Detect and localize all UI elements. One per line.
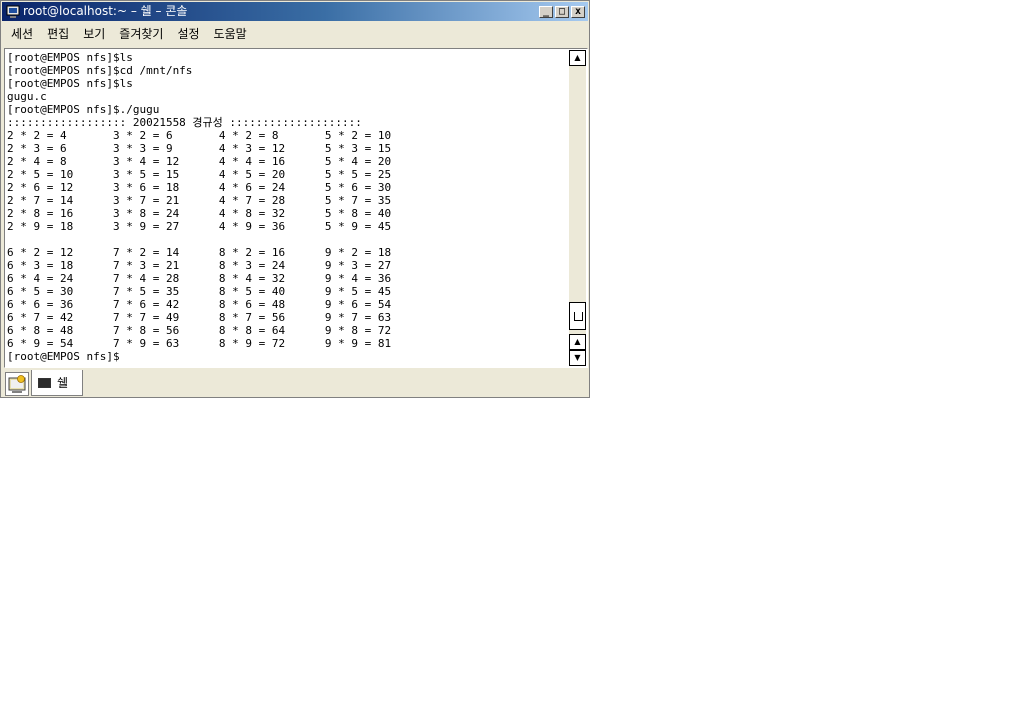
terminal-line: 2 * 8 = 16 3 * 8 = 24 4 * 8 = 32 5 * 8 =… (7, 207, 392, 220)
menu-bar: 세션 편집 보기 즐겨찾기 설정 도움말 (2, 22, 588, 44)
window-controls: _ □ x (539, 5, 585, 18)
terminal-line: 2 * 5 = 10 3 * 5 = 15 4 * 5 = 20 5 * 5 =… (7, 168, 392, 181)
terminal-icon (38, 377, 51, 388)
tab-label: 쉘 (57, 376, 69, 390)
window-title: root@localhost:~ – 쉘 – 콘솔 (23, 4, 188, 18)
terminal-line: [root@EMPOS nfs]$ls (7, 51, 133, 64)
terminal-line: 2 * 7 = 14 3 * 7 = 21 4 * 7 = 28 5 * 7 =… (7, 194, 392, 207)
terminal-line: 6 * 6 = 36 7 * 6 = 42 8 * 6 = 48 9 * 6 =… (7, 298, 392, 311)
terminal-line: 2 * 4 = 8 3 * 4 = 12 4 * 4 = 16 5 * 4 = … (7, 155, 392, 168)
tab-shell[interactable]: 쉘 (31, 370, 84, 396)
grip-icon (574, 312, 583, 321)
terminal-line: 6 * 3 = 18 7 * 3 = 21 8 * 3 = 24 9 * 3 =… (7, 259, 392, 272)
terminal-line: 2 * 3 = 6 3 * 3 = 9 4 * 3 = 12 5 * 3 = 1… (7, 142, 392, 155)
menu-bookmarks[interactable]: 즐겨찾기 (114, 25, 168, 42)
menu-help[interactable]: 도움말 (209, 25, 252, 42)
terminal-line: [root@EMPOS nfs]$ls (7, 77, 133, 90)
title-bar[interactable]: root@localhost:~ – 쉘 – 콘솔 _ □ x (2, 2, 588, 21)
scroll-up-button[interactable]: ▲ (569, 50, 586, 66)
terminal-line: 6 * 7 = 42 7 * 7 = 49 8 * 7 = 56 9 * 7 =… (7, 311, 392, 324)
maximize-button[interactable]: □ (555, 5, 569, 18)
terminal-line: 6 * 4 = 24 7 * 4 = 28 8 * 4 = 32 9 * 4 =… (7, 272, 392, 285)
terminal-line: gugu.c (7, 90, 47, 103)
terminal-line: [root@EMPOS nfs]$cd /mnt/nfs (7, 64, 193, 77)
close-button[interactable]: x (571, 5, 585, 18)
scroll-thumb[interactable] (569, 302, 586, 330)
terminal-line: 2 * 9 = 18 3 * 9 = 27 4 * 9 = 36 5 * 9 =… (7, 220, 392, 233)
terminal-line: 6 * 9 = 54 7 * 9 = 63 8 * 9 = 72 9 * 9 =… (7, 337, 392, 350)
vertical-scrollbar[interactable]: ▲ ▲ ▼ (569, 50, 586, 366)
terminal-line: 6 * 2 = 12 7 * 2 = 14 8 * 2 = 16 9 * 2 =… (7, 246, 392, 259)
terminal-output[interactable]: [root@EMPOS nfs]$ls [root@EMPOS nfs]$cd /… (7, 51, 567, 365)
terminal-line: 6 * 5 = 30 7 * 5 = 35 8 * 5 = 40 9 * 5 =… (7, 285, 392, 298)
menu-edit[interactable]: 편집 (42, 25, 74, 42)
terminal-line: [root@EMPOS nfs]$./gugu (7, 103, 160, 116)
terminal-line: [root@EMPOS nfs]$ (7, 350, 120, 363)
new-session-button[interactable] (5, 372, 29, 396)
minimize-button[interactable]: _ (539, 5, 553, 18)
session-tab-bar: 쉘 (2, 369, 588, 396)
terminal-line: 2 * 6 = 12 3 * 6 = 18 4 * 6 = 24 5 * 6 =… (7, 181, 392, 194)
monitor-icon (6, 5, 20, 19)
menu-session[interactable]: 세션 (6, 25, 38, 42)
scroll-up-button-lower[interactable]: ▲ (569, 334, 586, 350)
new-session-icon (8, 375, 26, 393)
menu-view[interactable]: 보기 (78, 25, 110, 42)
terminal-line: 6 * 8 = 48 7 * 8 = 56 8 * 8 = 64 9 * 8 =… (7, 324, 392, 337)
terminal-line: 2 * 2 = 4 3 * 2 = 6 4 * 2 = 8 5 * 2 = 10 (7, 129, 392, 142)
menu-settings[interactable]: 설정 (172, 25, 204, 42)
terminal-line: :::::::::::::::::: 20021558 경규성 ::::::::… (7, 116, 362, 129)
scroll-down-button[interactable]: ▼ (569, 350, 586, 366)
terminal-frame: [root@EMPOS nfs]$ls [root@EMPOS nfs]$cd /… (4, 48, 588, 368)
konsole-window: root@localhost:~ – 쉘 – 콘솔 _ □ x 세션 편집 보기… (0, 0, 590, 398)
